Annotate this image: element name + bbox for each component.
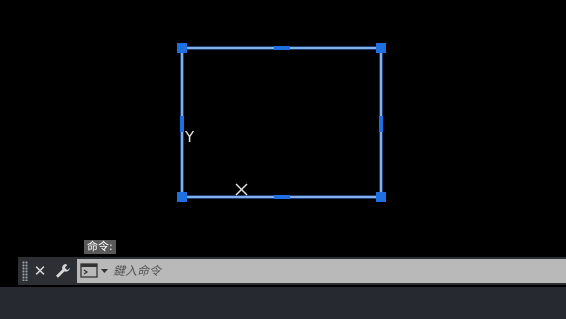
- selected-rectangle-highlight: [181, 47, 382, 198]
- midpoint-grip-left[interactable]: [180, 116, 184, 132]
- drawing-canvas[interactable]: Y: [0, 0, 566, 255]
- command-input[interactable]: [113, 261, 562, 281]
- selected-rectangle[interactable]: [180, 46, 383, 199]
- corner-grip-bottom-left[interactable]: [177, 192, 187, 202]
- corner-grip-top-right[interactable]: [376, 43, 386, 53]
- command-line-bar: ✕: [18, 257, 566, 285]
- midpoint-grip-top[interactable]: [274, 46, 290, 50]
- x-axis-icon: [235, 183, 248, 196]
- midpoint-grip-right[interactable]: [379, 116, 383, 132]
- midpoint-grip-bottom[interactable]: [274, 195, 290, 199]
- corner-grip-bottom-right[interactable]: [376, 192, 386, 202]
- command-history: 命令:: [84, 240, 116, 254]
- close-icon[interactable]: ✕: [32, 261, 48, 281]
- drag-grip-handle[interactable]: [22, 261, 28, 281]
- corner-grip-top-left[interactable]: [177, 43, 187, 53]
- ucs-y-axis-label: Y: [184, 128, 195, 146]
- wrench-icon[interactable]: [53, 262, 73, 280]
- status-bar: [0, 287, 566, 319]
- command-prompt-icon[interactable]: [80, 262, 110, 280]
- command-input-area: [77, 259, 566, 283]
